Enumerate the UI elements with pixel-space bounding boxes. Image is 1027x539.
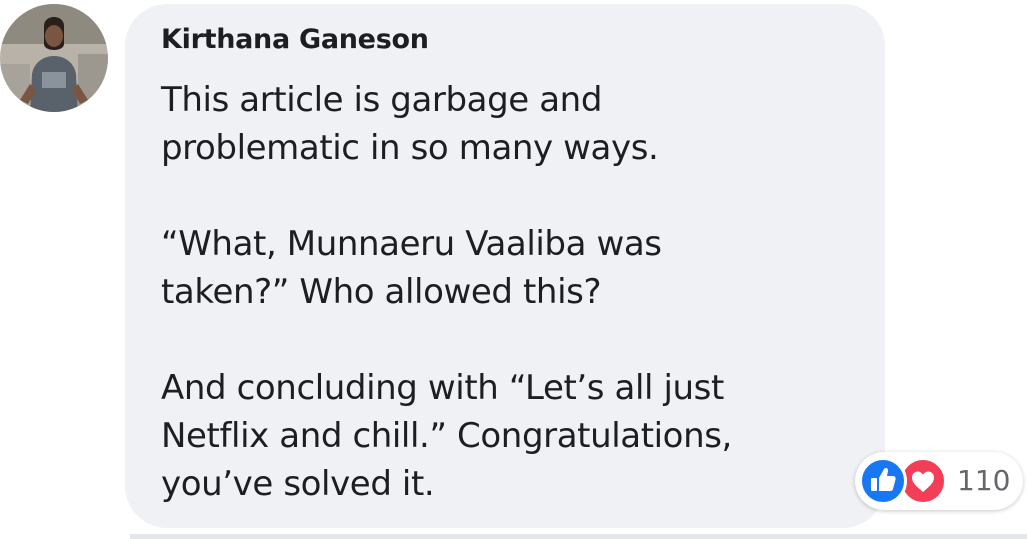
divider [130,534,1027,539]
comment-author[interactable]: Kirthana Ganeson [161,24,429,55]
reaction-count: 110 [957,464,1011,497]
avatar[interactable] [0,4,108,112]
comment-paragraph: And concluding with “Let’s all just Netf… [161,368,732,504]
avatar-photo [0,4,108,112]
comment-paragraph: “What, Munnaeru Vaaliba was taken?” Who … [161,224,662,312]
reactions-summary[interactable]: 110 [855,452,1023,510]
comment-paragraph: This article is garbage and problematic … [161,80,659,168]
comment-view: Kirthana Ganeson This article is garbage… [0,0,1027,539]
like-icon [859,457,907,505]
